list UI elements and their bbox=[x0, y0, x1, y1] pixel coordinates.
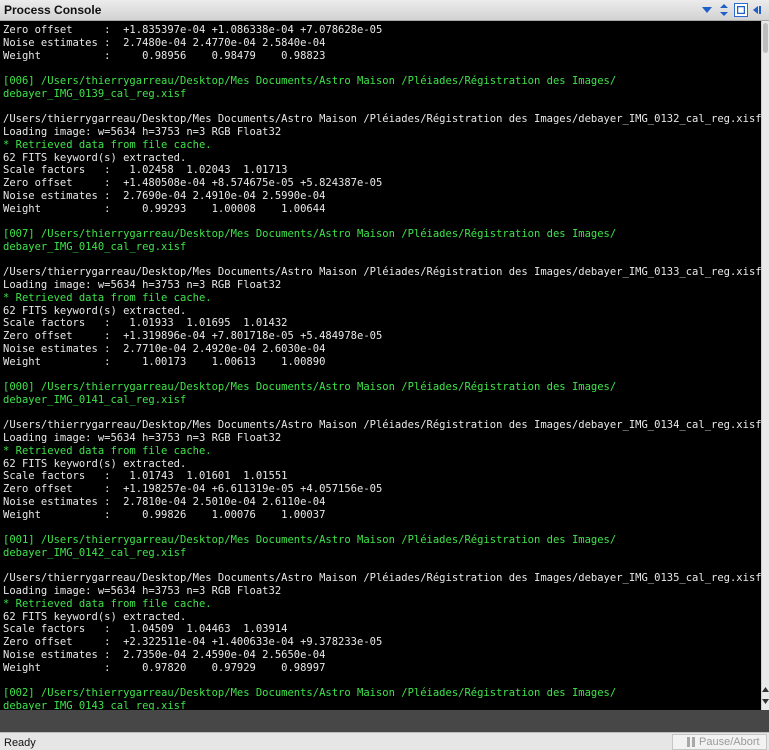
console-line: Weight : 1.00173 1.00613 1.00890 bbox=[3, 355, 326, 368]
console-line: Loading image: w=5634 h=3753 n=3 RGB Flo… bbox=[3, 432, 282, 444]
console-line: Scale factors : 1.04509 1.04463 1.03914 bbox=[3, 623, 288, 636]
console-line: Noise estimates : 2.7690e-04 2.4910e-04 … bbox=[3, 189, 326, 202]
console-line: /Users/thierrygarreau/Desktop/Mes Docume… bbox=[3, 572, 761, 585]
console-line: 62 FITS keyword(s) extracted. bbox=[3, 304, 187, 317]
console-line: [006] /Users/thierrygarreau/Desktop/Mes … bbox=[3, 75, 617, 87]
console-line: Zero offset : +1.198257e-04 +6.611319e-0… bbox=[3, 483, 383, 495]
console-line: Zero offset : +1.835397e-04 +1.086338e-0… bbox=[3, 24, 383, 36]
scrollbar-thumb[interactable] bbox=[763, 23, 768, 53]
console-line: Zero offset : +1.319896e-04 +7.801718e-0… bbox=[3, 330, 383, 342]
console-output[interactable]: Zero offset : +1.835397e-04 +1.086338e-0… bbox=[0, 21, 761, 710]
console-line: Weight : 0.97820 0.97929 0.98997 bbox=[3, 661, 326, 674]
status-text: Ready bbox=[4, 737, 36, 749]
console-line: debayer_IMG_0141_cal_reg.xisf bbox=[3, 393, 187, 406]
console-line: Zero offset : +1.480508e-04 +8.574675e-0… bbox=[3, 177, 383, 189]
console-line: debayer_IMG_0142_cal_reg.xisf bbox=[3, 546, 187, 559]
console-line: 62 FITS keyword(s) extracted. bbox=[3, 457, 187, 470]
console-line: * Retrieved data from file cache. bbox=[3, 138, 212, 151]
console-line: Loading image: w=5634 h=3753 n=3 RGB Flo… bbox=[3, 279, 282, 291]
console-line: /Users/thierrygarreau/Desktop/Mes Docume… bbox=[3, 419, 761, 432]
console-line: [007] /Users/thierrygarreau/Desktop/Mes … bbox=[3, 228, 617, 240]
console-line: Loading image: w=5634 h=3753 n=3 RGB Flo… bbox=[3, 585, 282, 597]
console-text: Zero offset : +1.835397e-04 +1.086338e-0… bbox=[0, 21, 761, 710]
console-line: Scale factors : 1.02458 1.02043 1.01713 bbox=[3, 164, 288, 177]
console-line: * Retrieved data from file cache. bbox=[3, 597, 212, 610]
console-line: 62 FITS keyword(s) extracted. bbox=[3, 151, 187, 164]
console-line: Scale factors : 1.01933 1.01695 1.01432 bbox=[3, 317, 288, 330]
process-console-window: Process Console Zero offset : +1.835397e… bbox=[0, 0, 769, 750]
title-controls bbox=[700, 3, 765, 17]
dock-icon[interactable] bbox=[751, 3, 765, 17]
collapse-arrow-icon[interactable] bbox=[700, 3, 714, 17]
console-line: 62 FITS keyword(s) extracted. bbox=[3, 610, 187, 623]
console-line: debayer_IMG_0140_cal_reg.xisf bbox=[3, 240, 187, 253]
console-bottom-bar bbox=[0, 710, 769, 732]
vertical-scrollbar[interactable] bbox=[761, 21, 769, 710]
console-line: /Users/thierrygarreau/Desktop/Mes Docume… bbox=[3, 113, 761, 126]
console-line: [000] /Users/thierrygarreau/Desktop/Mes … bbox=[3, 381, 617, 393]
console-line: debayer_IMG_0139_cal_reg.xisf bbox=[3, 87, 187, 100]
console-line: Weight : 0.99293 1.00008 1.00644 bbox=[3, 202, 326, 215]
console-line: Zero offset : +2.322511e-04 +1.400633e-0… bbox=[3, 636, 383, 648]
status-bar: Ready Pause/Abort bbox=[0, 732, 769, 750]
console-line: Weight : 0.98956 0.98479 0.98823 bbox=[3, 49, 326, 62]
console-line: /Users/thierrygarreau/Desktop/Mes Docume… bbox=[3, 266, 761, 279]
console-line: * Retrieved data from file cache. bbox=[3, 444, 212, 457]
console-line: [002] /Users/thierrygarreau/Desktop/Mes … bbox=[3, 687, 617, 699]
pause-icon bbox=[687, 737, 695, 747]
title-bar[interactable]: Process Console bbox=[0, 0, 769, 21]
pause-abort-button[interactable]: Pause/Abort bbox=[672, 734, 767, 750]
console-line: Noise estimates : 2.7710e-04 2.4920e-04 … bbox=[3, 342, 326, 355]
console-line: * Retrieved data from file cache. bbox=[3, 291, 212, 304]
pause-abort-label: Pause/Abort bbox=[699, 736, 760, 748]
console-line: Loading image: w=5634 h=3753 n=3 RGB Flo… bbox=[3, 126, 282, 138]
console-line: Noise estimates : 2.7350e-04 2.4590e-04 … bbox=[3, 648, 326, 661]
window-title: Process Console bbox=[4, 3, 102, 17]
console-line: Noise estimates : 2.7810e-04 2.5010e-04 … bbox=[3, 495, 326, 508]
scroll-up-icon[interactable] bbox=[762, 685, 769, 693]
console-line: Noise estimates : 2.7480e-04 2.4770e-04 … bbox=[3, 36, 326, 49]
console-line: Weight : 0.99826 1.00076 1.00037 bbox=[3, 508, 326, 521]
resize-vertical-icon[interactable] bbox=[717, 3, 731, 17]
console-line: debayer_IMG_0143_cal_reg.xisf bbox=[3, 699, 187, 710]
console-line: Scale factors : 1.01743 1.01601 1.01551 bbox=[3, 470, 288, 483]
scroll-down-icon[interactable] bbox=[762, 697, 769, 705]
console-line: [001] /Users/thierrygarreau/Desktop/Mes … bbox=[3, 534, 617, 546]
float-window-icon[interactable] bbox=[734, 3, 748, 17]
